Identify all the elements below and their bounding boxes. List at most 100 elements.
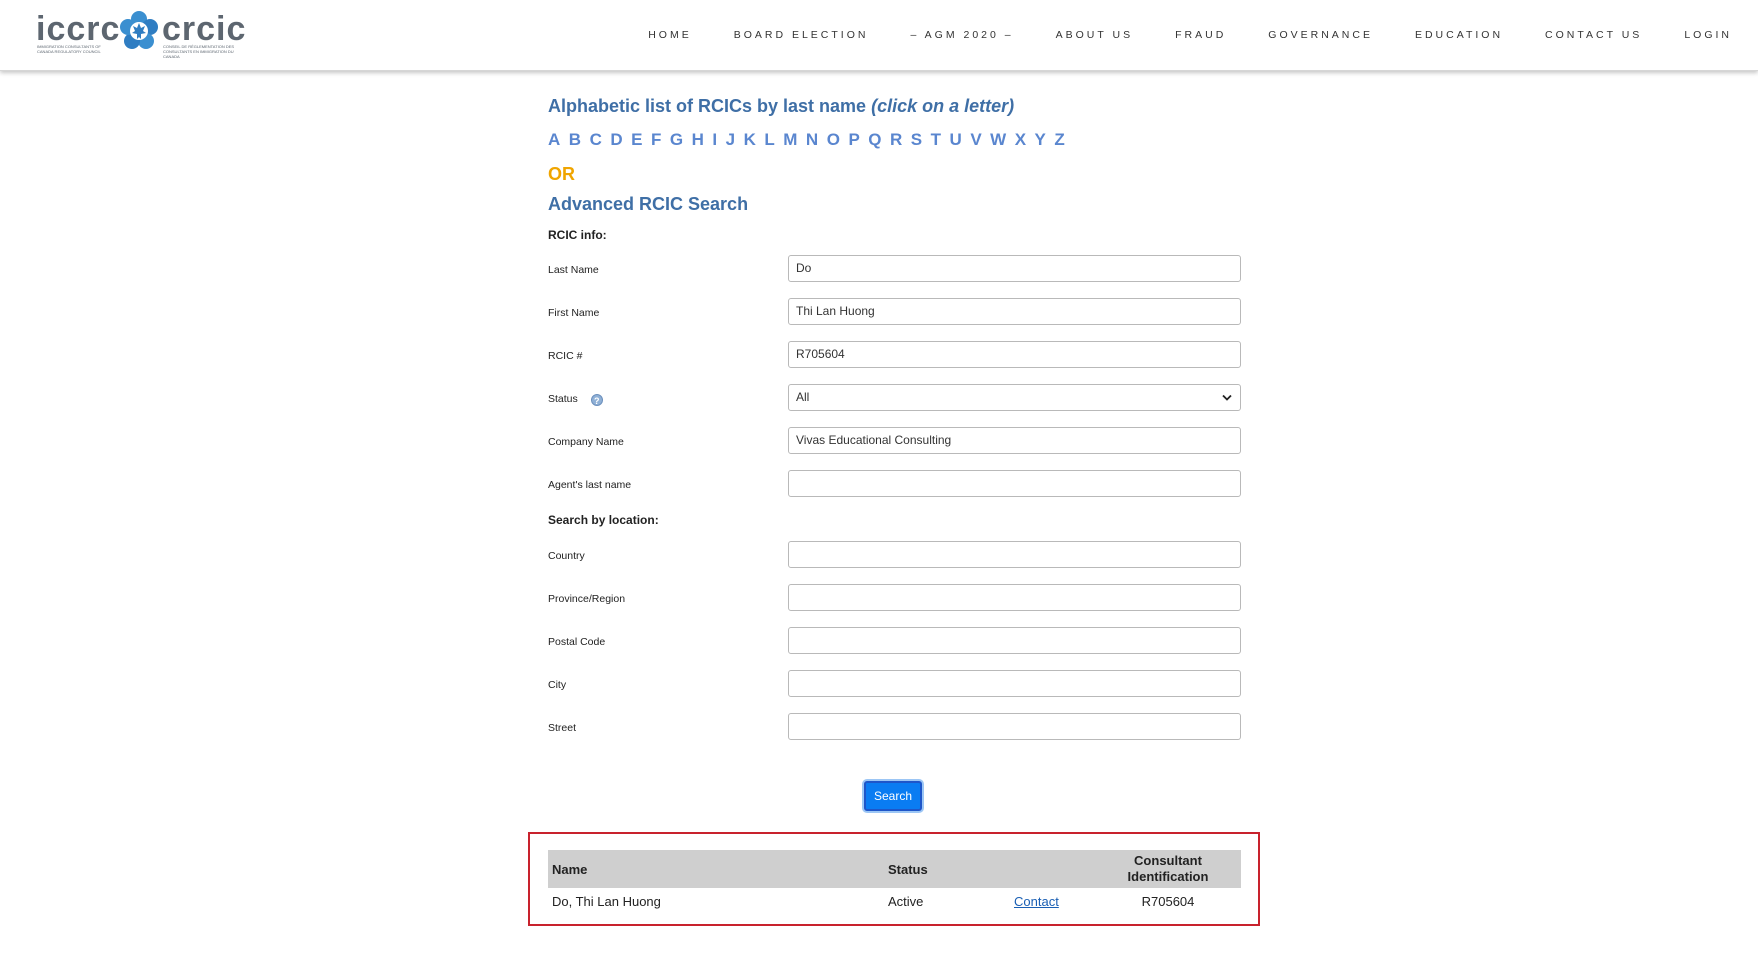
letter-x[interactable]: X	[1015, 130, 1026, 150]
nav-board-election[interactable]: BOARD ELECTION	[734, 28, 869, 42]
header-status: Status	[888, 862, 928, 877]
nav-education[interactable]: EDUCATION	[1415, 28, 1503, 42]
letter-g[interactable]: G	[670, 130, 683, 150]
advanced-search-title: Advanced RCIC Search	[548, 194, 749, 214]
logo-text-iccrc: iccrc	[36, 10, 121, 48]
result-consultant-id: R705604	[1141, 894, 1195, 909]
company-name-row: Company Name Vivas Educational Consultin…	[548, 427, 1241, 455]
search-by-location-label: Search by location:	[548, 513, 659, 527]
letter-u[interactable]: U	[950, 130, 962, 150]
nav-home[interactable]: HOME	[648, 28, 692, 42]
country-row: Country	[548, 541, 1241, 569]
rcic-number-input[interactable]: R705604	[788, 341, 1241, 368]
result-contact-link[interactable]: Contact	[1014, 894, 1059, 909]
company-name-input[interactable]: Vivas Educational Consulting	[788, 427, 1241, 454]
letter-c[interactable]: C	[590, 130, 602, 150]
last-name-label: Last Name	[548, 264, 599, 276]
province-row: Province/Region	[548, 584, 1241, 612]
alphabetic-list-hint: (click on a letter)	[871, 96, 1015, 116]
letter-s[interactable]: S	[911, 130, 922, 150]
letter-i[interactable]: I	[712, 130, 717, 150]
first-name-label: First Name	[548, 307, 600, 319]
alphabetic-list-title-text: Alphabetic list of RCICs by last name	[548, 96, 867, 116]
nav-about-us[interactable]: ABOUT US	[1056, 28, 1133, 42]
street-label: Street	[548, 722, 577, 734]
letter-a[interactable]: A	[548, 130, 560, 150]
agent-last-name-row: Agent's last name	[548, 470, 1241, 498]
first-name-input[interactable]: Thi Lan Huong	[788, 298, 1241, 325]
street-row: Street	[548, 713, 1241, 741]
agent-last-name-input[interactable]	[788, 470, 1241, 497]
country-label: Country	[548, 550, 585, 562]
letter-n[interactable]: N	[806, 130, 818, 150]
letter-list: A B C D E F G H I J K L M N O P Q R S T …	[548, 130, 1073, 150]
letter-l[interactable]: L	[764, 130, 774, 150]
letter-r[interactable]: R	[890, 130, 902, 150]
company-name-label: Company Name	[548, 436, 624, 448]
last-name-row: Last Name Do	[548, 255, 1241, 283]
nav-login[interactable]: LOGIN	[1684, 28, 1732, 42]
header-name: Name	[552, 862, 588, 877]
letter-k[interactable]: K	[744, 130, 756, 150]
rcic-number-label: RCIC #	[548, 350, 583, 362]
city-input[interactable]	[788, 670, 1241, 697]
rcic-info-label: RCIC info:	[548, 228, 607, 242]
chevron-down-icon	[1222, 394, 1232, 401]
letter-b[interactable]: B	[569, 130, 581, 150]
status-select[interactable]: All	[788, 384, 1241, 411]
status-row: Status ? All	[548, 384, 1241, 412]
help-icon[interactable]: ?	[590, 394, 603, 406]
logo-text-crcic: crcic	[162, 10, 247, 48]
letter-v[interactable]: V	[970, 130, 981, 150]
result-status: Active	[888, 894, 924, 909]
postal-code-label: Postal Code	[548, 636, 606, 648]
province-input[interactable]	[788, 584, 1241, 611]
letter-t[interactable]: T	[931, 130, 941, 150]
city-row: City	[548, 670, 1241, 698]
postal-code-input[interactable]	[788, 627, 1241, 654]
street-input[interactable]	[788, 713, 1241, 740]
logo-subtitle-en: IMMIGRATION CONSULTANTS OF CANADA REGULA…	[37, 44, 101, 54]
main-nav: HOME BOARD ELECTION – AGM 2020 – ABOUT U…	[606, 28, 1732, 42]
or-separator: OR	[548, 164, 575, 184]
result-name: Do, Thi Lan Huong	[552, 894, 661, 909]
status-select-value: All	[796, 390, 810, 404]
city-label: City	[548, 679, 567, 691]
site-logo[interactable]: iccrc crcic IMMIGRATION CONSULTANTS OF C…	[36, 10, 245, 59]
postal-code-row: Postal Code	[548, 627, 1241, 655]
header-consultant-id-line2: Identification	[1127, 869, 1209, 884]
nav-fraud[interactable]: FRAUD	[1175, 28, 1226, 42]
letter-z[interactable]: Z	[1054, 130, 1064, 150]
country-input[interactable]	[788, 541, 1241, 568]
agent-last-name-label: Agent's last name	[548, 479, 632, 491]
province-label: Province/Region	[548, 593, 626, 605]
results-highlight-box: Name Status Consultant Identification Do…	[528, 832, 1260, 926]
letter-y[interactable]: Y	[1035, 130, 1046, 150]
letter-m[interactable]: M	[783, 130, 797, 150]
results-header-row: Name Status Consultant Identification	[548, 850, 1241, 888]
nav-governance[interactable]: GOVERNANCE	[1268, 28, 1373, 42]
letter-o[interactable]: O	[827, 130, 840, 150]
nav-contact-us[interactable]: CONTACT US	[1545, 28, 1642, 42]
letter-d[interactable]: D	[610, 130, 622, 150]
table-row: Do, Thi Lan Huong Active Contact R705604	[548, 888, 1241, 914]
nav-agm-2020[interactable]: – AGM 2020 –	[910, 28, 1013, 42]
status-label-wrap: Status ?	[548, 393, 603, 406]
letter-q[interactable]: Q	[868, 130, 881, 150]
letter-f[interactable]: F	[651, 130, 661, 150]
last-name-input[interactable]: Do	[788, 255, 1241, 282]
logo-subtitle-fr: CONSEIL DE RÉGLEMENTATION DES CONSULTANT…	[163, 44, 235, 59]
letter-w[interactable]: W	[990, 130, 1006, 150]
maple-flower-icon	[120, 11, 158, 49]
header-consultant-id-line1: Consultant	[1134, 853, 1202, 868]
letter-j[interactable]: J	[726, 130, 735, 150]
letter-h[interactable]: H	[692, 130, 704, 150]
search-button[interactable]: Search	[864, 781, 922, 811]
first-name-row: First Name Thi Lan Huong	[548, 298, 1241, 326]
site-header: iccrc crcic IMMIGRATION CONSULTANTS OF C…	[0, 0, 1758, 71]
letter-p[interactable]: P	[848, 130, 859, 150]
status-label: Status	[548, 393, 578, 405]
rcic-number-row: RCIC # R705604	[548, 341, 1241, 369]
letter-e[interactable]: E	[631, 130, 642, 150]
alphabetic-list-title: Alphabetic list of RCICs by last name (c…	[548, 96, 1014, 117]
